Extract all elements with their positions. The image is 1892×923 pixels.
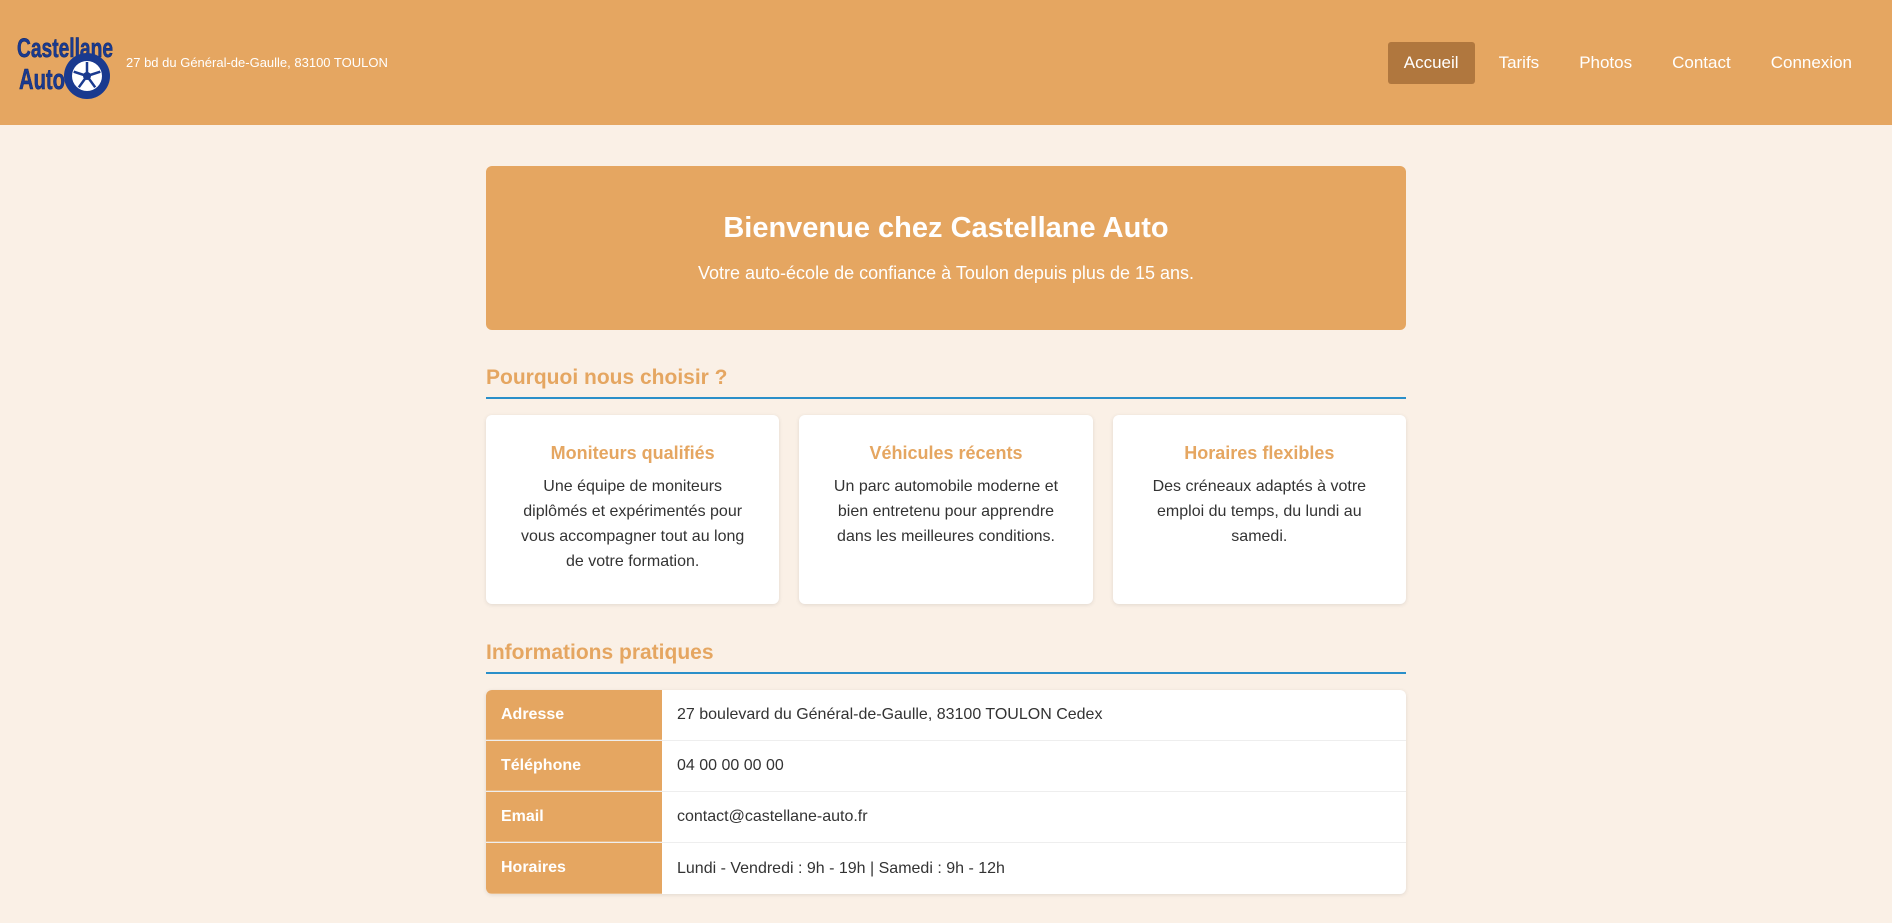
- castellane-auto-logo[interactable]: Castellane Auto: [16, 25, 114, 101]
- info-table: Adresse 27 boulevard du Général-de-Gaull…: [486, 690, 1406, 894]
- logo-word-auto: Auto: [19, 64, 65, 96]
- info-label: Adresse: [486, 690, 662, 740]
- brand: Castellane Auto 27 bd du Général-de-Gaul…: [16, 25, 388, 101]
- nav-accueil[interactable]: Accueil: [1387, 41, 1475, 84]
- info-row-horaires: Horaires Lundi - Vendredi : 9h - 19h | S…: [486, 843, 1406, 894]
- feature-card-title: Véhicules récents: [869, 443, 1023, 463]
- nav-contact[interactable]: Contact: [1656, 42, 1747, 84]
- nav-photos[interactable]: Photos: [1563, 42, 1648, 84]
- info-row-telephone: Téléphone 04 00 00 00 00: [486, 741, 1406, 792]
- info-row-email: Email contact@castellane-auto.fr: [486, 792, 1406, 843]
- why-section-title: Pourquoi nous choisir ?: [486, 366, 1406, 399]
- info-value: Lundi - Vendredi : 9h - 19h | Samedi : 9…: [677, 859, 1005, 877]
- nav-connexion[interactable]: Connexion: [1755, 42, 1868, 84]
- feature-card-title: Horaires flexibles: [1184, 443, 1335, 463]
- hero-banner: Bienvenue chez Castellane Auto Votre aut…: [486, 166, 1406, 330]
- feature-card: Véhicules récents Un parc automobile mod…: [799, 415, 1093, 604]
- nav-tarifs[interactable]: Tarifs: [1483, 42, 1556, 84]
- feature-card-text: Une équipe de moniteurs diplômés et expé…: [521, 478, 745, 570]
- hero-subtitle: Votre auto-école de confiance à Toulon d…: [697, 263, 1195, 283]
- feature-card-text: Un parc automobile moderne et bien entre…: [833, 478, 1059, 545]
- feature-card: Moniteurs qualifiés Une équipe de monite…: [486, 415, 780, 604]
- feature-card-text: Des créneaux adaptés à votre emploi du t…: [1152, 478, 1367, 545]
- info-value: 27 boulevard du Général-de-Gaulle, 83100…: [677, 706, 1103, 723]
- info-value: contact@castellane-auto.fr: [677, 808, 868, 825]
- info-section-title: Informations pratiques: [486, 641, 1406, 674]
- site-header: Castellane Auto 27 bd du Général-de-Gaul…: [0, 0, 1892, 125]
- info-label: Téléphone: [486, 741, 662, 791]
- info-label: Email: [486, 792, 662, 842]
- feature-card: Horaires flexibles Des créneaux adaptés …: [1112, 415, 1406, 604]
- wheel-icon: [64, 52, 110, 99]
- main-nav: Accueil Tarifs Photos Contact Connexion: [1387, 41, 1868, 84]
- feature-card-title: Moniteurs qualifiés: [550, 443, 715, 463]
- info-label: Horaires: [486, 843, 662, 894]
- main-content: Bienvenue chez Castellane Auto Votre aut…: [486, 166, 1406, 894]
- hero-title: Bienvenue chez Castellane Auto: [723, 212, 1169, 244]
- info-row-adresse: Adresse 27 boulevard du Général-de-Gaull…: [486, 690, 1406, 741]
- header-address: 27 bd du Général-de-Gaulle, 83100 TOULON: [126, 55, 388, 70]
- info-value: 04 00 00 00 00: [677, 757, 784, 774]
- feature-cards: Moniteurs qualifiés Une équipe de monite…: [486, 415, 1406, 604]
